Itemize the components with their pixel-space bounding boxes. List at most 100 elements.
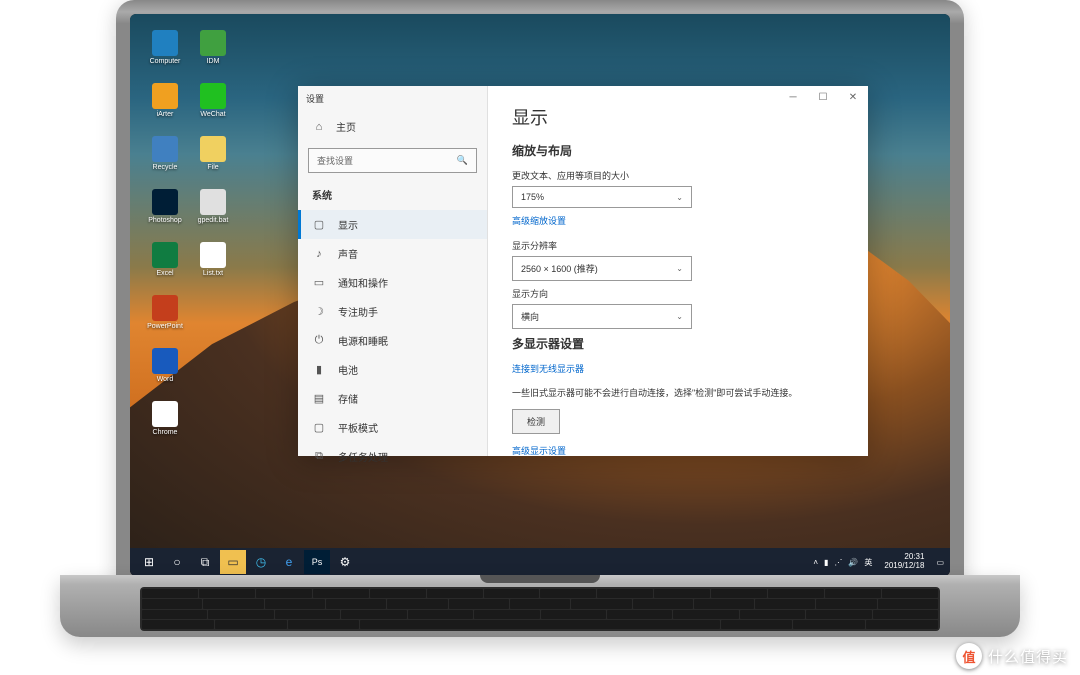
advanced-display-link[interactable]: 高级显示设置	[512, 444, 844, 457]
window-title: 设置	[298, 86, 487, 111]
icon-label: Photoshop	[148, 217, 181, 224]
orientation-label: 显示方向	[512, 287, 844, 300]
action-center-icon[interactable]: ▭	[936, 558, 944, 567]
detect-button[interactable]: 检测	[512, 409, 560, 434]
taskbar: ⊞ ○ ⧉ ▭ ◷ e Ps ⚙ ˄ ▮ ⋰ 🔊 英 20:31 2019/12…	[130, 548, 950, 576]
nav-item-2[interactable]: ▭ 通知和操作	[298, 268, 487, 297]
app-icon	[152, 30, 178, 56]
desktop-icon-computer[interactable]: Computer	[144, 30, 186, 65]
app-icon	[152, 295, 178, 321]
search-placeholder: 查找设置	[317, 154, 353, 167]
icon-label: List.txt	[203, 270, 223, 277]
tray-volume-icon[interactable]: 🔊	[848, 558, 858, 567]
laptop-base	[60, 575, 1020, 637]
tray-battery-icon[interactable]: ▮	[824, 558, 828, 567]
app-icon	[200, 136, 226, 162]
desktop-icon-photoshop[interactable]: Photoshop	[144, 189, 186, 224]
nav-item-6[interactable]: ▤存储	[298, 384, 487, 413]
search-icon: 🔍	[457, 155, 468, 166]
wireless-display-link[interactable]: 连接到无线显示器	[512, 362, 844, 375]
nav-icon: ♪	[312, 248, 326, 260]
icon-label: Excel	[156, 270, 173, 277]
nav-label: 电池	[338, 362, 358, 377]
desktop-wallpaper: ComputerIDMiArterWeChatRecycle File Photos…	[130, 14, 950, 576]
app-icon	[152, 242, 178, 268]
window-controls: ─ ☐ ✕	[778, 86, 868, 108]
taskbar-app-explorer[interactable]: ▭	[220, 550, 246, 574]
app-icon	[200, 83, 226, 109]
tray-ime[interactable]: 英	[864, 557, 872, 568]
app-icon	[152, 136, 178, 162]
desktop-icon-word[interactable]: Word	[144, 348, 186, 383]
nav-item-0[interactable]: ▢显示	[298, 210, 487, 239]
taskbar-app-photoshop[interactable]: Ps	[304, 550, 330, 574]
desktop-icon-list.txt[interactable]: List.txt	[192, 242, 234, 277]
settings-content: 显示 缩放与布局 更改文本、应用等项目的大小 175%⌄ 高级缩放设置 显示分辨…	[488, 86, 868, 456]
nav-item-7[interactable]: ▢平板模式	[298, 413, 487, 442]
search-button[interactable]: ○	[164, 550, 190, 574]
orientation-select[interactable]: 横向⌄	[512, 304, 692, 329]
nav-icon: ▮	[312, 363, 326, 376]
watermark-text: 什么值得买	[988, 646, 1068, 667]
app-icon	[200, 189, 226, 215]
desktop-icon-file[interactable]: File	[192, 136, 234, 171]
desktop-icon-idm[interactable]: IDM	[192, 30, 234, 65]
nav-label: 多任务处理	[338, 449, 388, 464]
app-icon	[200, 30, 226, 56]
nav-item-5[interactable]: ▮ 电池	[298, 355, 487, 384]
home-link[interactable]: ⌂ 主页	[298, 111, 487, 142]
search-input[interactable]: 查找设置 🔍	[308, 148, 477, 173]
nav-icon: ▭	[312, 276, 326, 289]
maximize-button[interactable]: ☐	[808, 86, 838, 108]
nav-item-8[interactable]: ⧉ 多任务处理	[298, 442, 487, 471]
nav-icon: ⧉	[312, 450, 326, 463]
nav-icon: ⏻	[312, 334, 326, 347]
nav-item-1[interactable]: ♪声音	[298, 239, 487, 268]
nav-label: 专注助手	[338, 304, 378, 319]
desktop-icon-powerpoint[interactable]: PowerPoint	[144, 295, 186, 330]
chevron-down-icon: ⌄	[676, 193, 683, 202]
laptop-keyboard	[140, 587, 940, 631]
taskbar-app-ie[interactable]: e	[276, 550, 302, 574]
close-button[interactable]: ✕	[838, 86, 868, 108]
start-button[interactable]: ⊞	[136, 550, 162, 574]
desktop-icons-grid: ComputerIDMiArterWeChatRecycle File Photos…	[144, 30, 234, 436]
nav-icon: ☽	[312, 305, 326, 318]
taskbar-clock[interactable]: 20:31 2019/12/18	[878, 553, 930, 571]
chevron-down-icon: ⌄	[676, 312, 683, 321]
desktop-icon-wechat[interactable]: WeChat	[192, 83, 234, 118]
desktop-icon-excel[interactable]: Excel	[144, 242, 186, 277]
app-icon	[152, 83, 178, 109]
minimize-button[interactable]: ─	[778, 86, 808, 108]
chevron-down-icon: ⌄	[676, 264, 683, 273]
nav-item-4[interactable]: ⏻电源和睡眠	[298, 326, 487, 355]
home-icon: ⌂	[312, 121, 326, 133]
section-scaling: 缩放与布局	[512, 142, 844, 159]
detect-note: 一些旧式显示器可能不会进行自动连接，选择"检测"即可尝试手动连接。	[512, 387, 844, 401]
task-view-button[interactable]: ⧉	[192, 550, 218, 574]
desktop-icon-chrome[interactable]: Chrome	[144, 401, 186, 436]
tray-chevron-icon[interactable]: ˄	[813, 558, 818, 567]
icon-label: Word	[157, 376, 174, 383]
section-multimonitor: 多显示器设置	[512, 335, 844, 352]
taskbar-app-clock[interactable]: ◷	[248, 550, 274, 574]
icon-label: gpedit.bat	[198, 217, 229, 224]
taskbar-app-settings[interactable]: ⚙	[332, 550, 358, 574]
icon-label: PowerPoint	[147, 323, 183, 330]
advanced-scaling-link[interactable]: 高级缩放设置	[512, 214, 844, 227]
desktop-icon-iarter[interactable]: iArter	[144, 83, 186, 118]
nav-item-3[interactable]: ☽ 专注助手	[298, 297, 487, 326]
scale-label: 更改文本、应用等项目的大小	[512, 169, 844, 182]
desktop-icon-gpedit.bat[interactable]: gpedit.bat	[192, 189, 234, 224]
desktop-icon-recycle[interactable]: Recycle	[144, 136, 186, 171]
nav-label: 通知和操作	[338, 275, 388, 290]
scale-select[interactable]: 175%⌄	[512, 186, 692, 208]
tray-wifi-icon[interactable]: ⋰	[834, 558, 842, 567]
home-label: 主页	[336, 119, 356, 134]
icon-label: File	[207, 164, 218, 171]
app-icon	[152, 189, 178, 215]
resolution-select[interactable]: 2560 × 1600 (推荐)⌄	[512, 256, 692, 281]
nav-icon: ▤	[312, 392, 326, 405]
laptop-frame: ComputerIDMiArterWeChatRecycle File Photos…	[116, 0, 964, 590]
watermark: 值 什么值得买	[956, 643, 1068, 669]
